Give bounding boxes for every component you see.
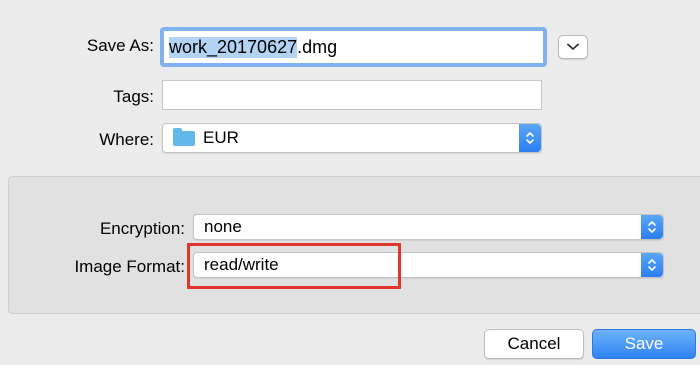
save-button[interactable]: Save xyxy=(592,329,696,359)
save-as-field[interactable]: work_20170627 .dmg xyxy=(160,27,547,67)
encryption-label: Encryption: xyxy=(99,219,185,238)
popup-stepper-icon xyxy=(641,215,663,239)
annotation-highlight-box xyxy=(187,243,401,289)
where-label: Where: xyxy=(99,130,154,149)
encryption-popup[interactable]: none xyxy=(193,214,664,240)
cancel-button[interactable]: Cancel xyxy=(484,329,584,359)
save-as-selected-text: work_20170627 xyxy=(169,36,298,58)
save-as-extension: .dmg xyxy=(297,36,338,57)
folder-icon xyxy=(173,127,195,146)
popup-stepper-icon xyxy=(519,124,541,152)
encryption-value: none xyxy=(204,217,242,236)
image-format-label: Image Format: xyxy=(74,257,185,276)
expand-dialog-button[interactable] xyxy=(558,35,588,59)
chevron-down-icon xyxy=(567,43,579,50)
popup-stepper-icon xyxy=(641,253,663,277)
save-as-label: Save As: xyxy=(86,36,154,55)
tags-label: Tags: xyxy=(113,87,154,106)
where-value: EUR xyxy=(203,128,239,147)
tags-field[interactable] xyxy=(162,80,542,110)
where-popup[interactable]: EUR xyxy=(162,123,542,153)
